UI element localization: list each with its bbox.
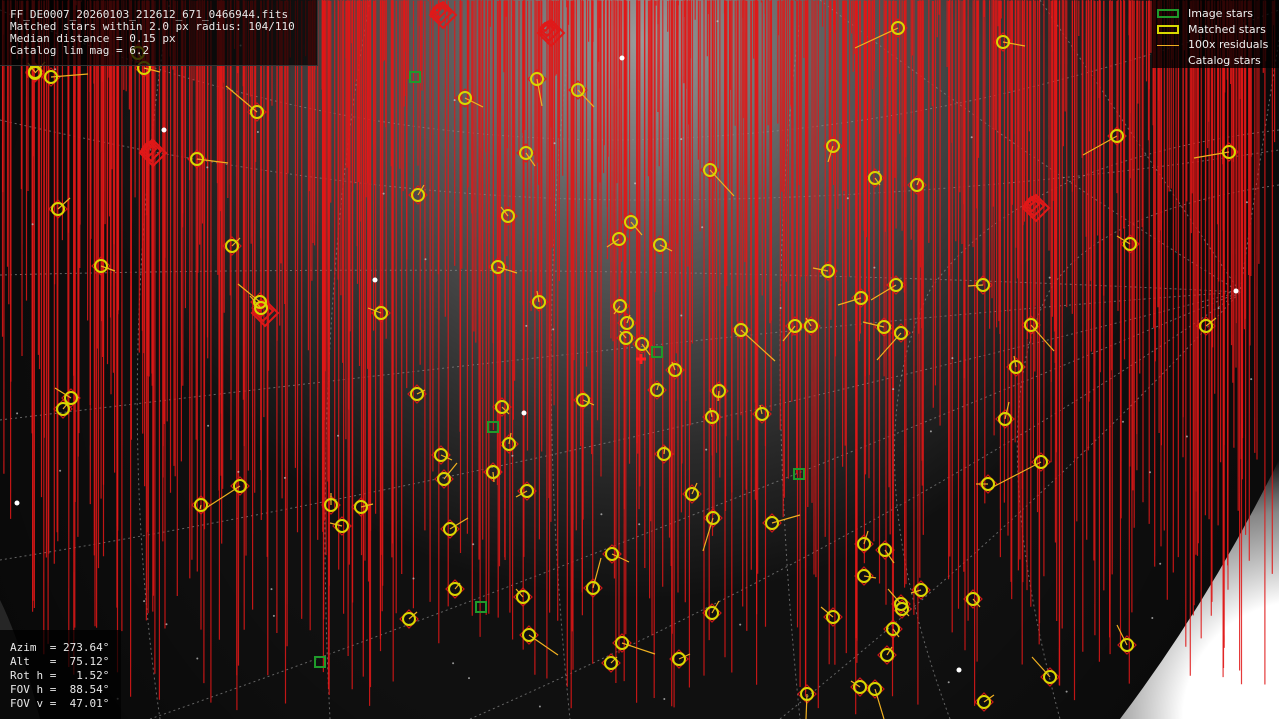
faint-star bbox=[283, 476, 286, 479]
faint-star bbox=[1250, 378, 1253, 381]
legend-catalog-stars-label: Catalog stars bbox=[1188, 54, 1261, 67]
limmag-text: Catalog lim mag = 6.2 bbox=[10, 44, 150, 57]
legend-matched-stars: Matched stars bbox=[1152, 23, 1279, 37]
legend-image-stars: Image stars bbox=[1152, 7, 1279, 21]
bright-star bbox=[521, 410, 527, 416]
legend-image-stars-label: Image stars bbox=[1188, 7, 1253, 20]
faint-star bbox=[272, 614, 275, 617]
roth-text: Rot h = 1.52° bbox=[10, 669, 110, 682]
faint-star bbox=[1217, 307, 1220, 310]
faint-star bbox=[553, 142, 556, 145]
bright-star bbox=[161, 127, 167, 133]
faint-star bbox=[846, 197, 849, 200]
legend-image-stars-symbol bbox=[1157, 9, 1179, 18]
faint-star bbox=[54, 68, 57, 71]
faint-star bbox=[1151, 617, 1154, 619]
faint-star bbox=[468, 677, 470, 680]
bright-star bbox=[619, 55, 625, 61]
faint-star bbox=[951, 357, 954, 360]
faint-star bbox=[705, 448, 708, 451]
faint-star bbox=[701, 226, 704, 229]
faint-star bbox=[237, 470, 240, 473]
legend-residuals: 100x residuals bbox=[1152, 38, 1279, 52]
faint-star bbox=[929, 430, 932, 433]
bright-star bbox=[1233, 288, 1239, 294]
legend: Image stars Matched stars 100x residuals… bbox=[1152, 0, 1279, 68]
faint-star bbox=[663, 698, 666, 700]
faint-star bbox=[270, 588, 273, 591]
info-panel: FF_DE0007_20260103_212612_671_0466944.fi… bbox=[0, 0, 318, 66]
faint-star bbox=[634, 182, 637, 185]
azim-text: Azim = 273.64° bbox=[10, 641, 110, 654]
faint-star bbox=[16, 412, 19, 415]
faint-star bbox=[1048, 276, 1051, 279]
faint-star bbox=[779, 307, 782, 309]
faint-star bbox=[716, 20, 719, 23]
faint-star bbox=[739, 623, 742, 626]
legend-catalog-stars: Catalog stars bbox=[1152, 54, 1279, 68]
fovv-text: FOV v = 47.01° bbox=[10, 697, 110, 710]
faint-star bbox=[892, 388, 895, 391]
faint-star bbox=[1185, 435, 1188, 438]
faint-star bbox=[412, 577, 415, 580]
faint-star bbox=[1122, 420, 1124, 423]
faint-star bbox=[1245, 201, 1248, 204]
faint-star bbox=[337, 434, 339, 437]
legend-catalog-stars-symbol bbox=[1157, 56, 1179, 65]
bright-star bbox=[956, 667, 962, 673]
faint-star bbox=[1149, 471, 1151, 474]
faint-star bbox=[511, 454, 514, 457]
faint-star bbox=[453, 99, 456, 102]
legend-residuals-symbol bbox=[1157, 45, 1179, 46]
sky-plot: FF_DE0007_20260103_212612_671_0466944.fi… bbox=[0, 0, 1279, 719]
faint-star bbox=[525, 324, 528, 327]
bright-star bbox=[372, 277, 378, 283]
faint-star bbox=[143, 600, 146, 603]
faint-star bbox=[382, 192, 385, 195]
faint-star bbox=[452, 662, 455, 665]
faint-star bbox=[538, 705, 541, 708]
pointing-panel: Azim = 273.64° Alt = 75.12° Rot h = 1.52… bbox=[0, 630, 121, 719]
faint-star bbox=[1065, 690, 1068, 693]
faint-star bbox=[472, 543, 475, 546]
faint-star bbox=[256, 131, 259, 133]
fovh-text: FOV h = 88.54° bbox=[10, 683, 110, 696]
faint-star bbox=[207, 424, 210, 427]
faint-star bbox=[600, 513, 603, 516]
faint-star bbox=[947, 681, 950, 684]
faint-star bbox=[165, 623, 168, 626]
faint-star bbox=[680, 314, 683, 317]
faint-star bbox=[1159, 562, 1162, 565]
alt-text: Alt = 75.12° bbox=[10, 655, 110, 668]
faint-star bbox=[638, 523, 641, 526]
faint-star bbox=[59, 469, 62, 472]
faint-star bbox=[552, 328, 555, 331]
faint-star bbox=[970, 136, 973, 139]
faint-star bbox=[873, 266, 876, 269]
legend-residuals-label: 100x residuals bbox=[1188, 38, 1269, 51]
legend-matched-stars-label: Matched stars bbox=[1188, 23, 1266, 36]
faint-star bbox=[680, 138, 683, 141]
faint-star bbox=[196, 657, 199, 660]
faint-star bbox=[31, 223, 34, 226]
sky-image bbox=[0, 0, 1279, 719]
bright-star bbox=[14, 500, 20, 506]
faint-star bbox=[424, 258, 427, 261]
faint-star bbox=[206, 166, 209, 169]
legend-matched-stars-symbol bbox=[1157, 25, 1179, 34]
